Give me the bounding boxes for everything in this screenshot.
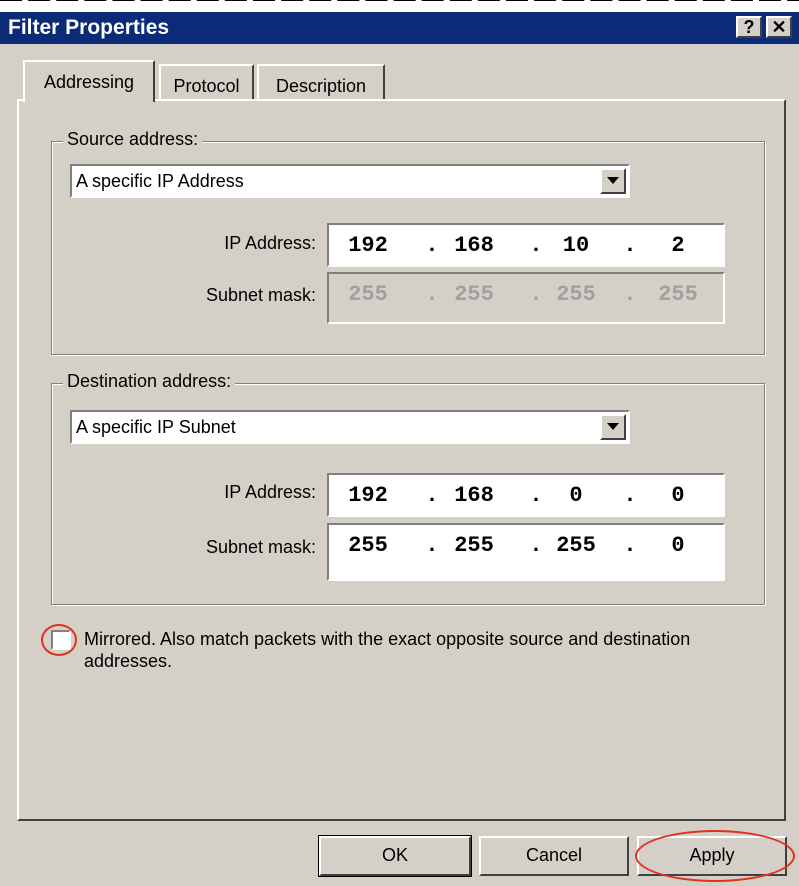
- highlight-circle-checkbox: [41, 624, 77, 656]
- ip-octet: 168: [454, 233, 494, 258]
- mask-octet: 255: [556, 533, 596, 558]
- chevron-down-icon: [607, 177, 619, 184]
- tab-protocol[interactable]: Protocol: [159, 64, 254, 100]
- destination-address-legend: Destination address:: [63, 371, 236, 392]
- mask-octet: 255: [454, 533, 494, 558]
- source-mask-label: Subnet mask:: [205, 285, 316, 305]
- ip-octet: 0: [671, 483, 685, 508]
- tab-description[interactable]: Description: [257, 64, 385, 100]
- mask-octet: 255: [348, 282, 388, 307]
- highlight-circle-apply: [635, 830, 795, 882]
- source-ip-field[interactable]: 192 . 168 . 10 . 2: [327, 223, 725, 267]
- mask-octet: 255: [348, 533, 388, 558]
- source-address-combobox[interactable]: A specific IP Address: [70, 164, 630, 198]
- source-combo-dropdown-button[interactable]: [600, 168, 626, 194]
- mask-octet: 0: [671, 533, 685, 558]
- window-title: Filter Properties: [8, 16, 170, 39]
- close-button[interactable]: ✕: [766, 16, 792, 38]
- destination-mask-field[interactable]: 255 . 255 . 255 . 0: [327, 523, 725, 581]
- tab-addressing[interactable]: Addressing: [23, 60, 155, 102]
- chevron-down-icon: [607, 423, 619, 430]
- ip-octet: 0: [569, 483, 583, 508]
- ip-octet: 192: [348, 233, 388, 258]
- destination-combo-value: A specific IP Subnet: [76, 417, 236, 437]
- source-address-legend: Source address:: [63, 129, 203, 150]
- destination-address-combobox[interactable]: A specific IP Subnet: [70, 410, 630, 444]
- source-mask-field: 255 . 255 . 255 . 255: [327, 272, 725, 324]
- ok-button[interactable]: OK: [318, 835, 472, 877]
- ip-octet: 168: [454, 483, 494, 508]
- ip-octet: 192: [348, 483, 388, 508]
- title-bar[interactable]: Filter Properties ? ✕: [0, 12, 799, 44]
- mask-octet: 255: [454, 282, 494, 307]
- help-button[interactable]: ?: [736, 16, 762, 38]
- source-ip-label: IP Address:: [224, 233, 316, 253]
- destination-ip-field[interactable]: 192 . 168 . 0 . 0: [327, 473, 725, 517]
- mask-octet: 255: [556, 282, 596, 307]
- mask-octet: 255: [658, 282, 698, 307]
- destination-mask-label: Subnet mask:: [205, 537, 316, 557]
- mirrored-label[interactable]: Mirrored. Also match packets with the ex…: [84, 628, 734, 672]
- ip-octet: 2: [671, 233, 685, 258]
- ip-octet: 10: [562, 233, 590, 258]
- destination-combo-dropdown-button[interactable]: [600, 414, 626, 440]
- cancel-button[interactable]: Cancel: [479, 836, 629, 876]
- source-combo-value: A specific IP Address: [76, 171, 244, 191]
- destination-ip-label: IP Address:: [224, 482, 316, 502]
